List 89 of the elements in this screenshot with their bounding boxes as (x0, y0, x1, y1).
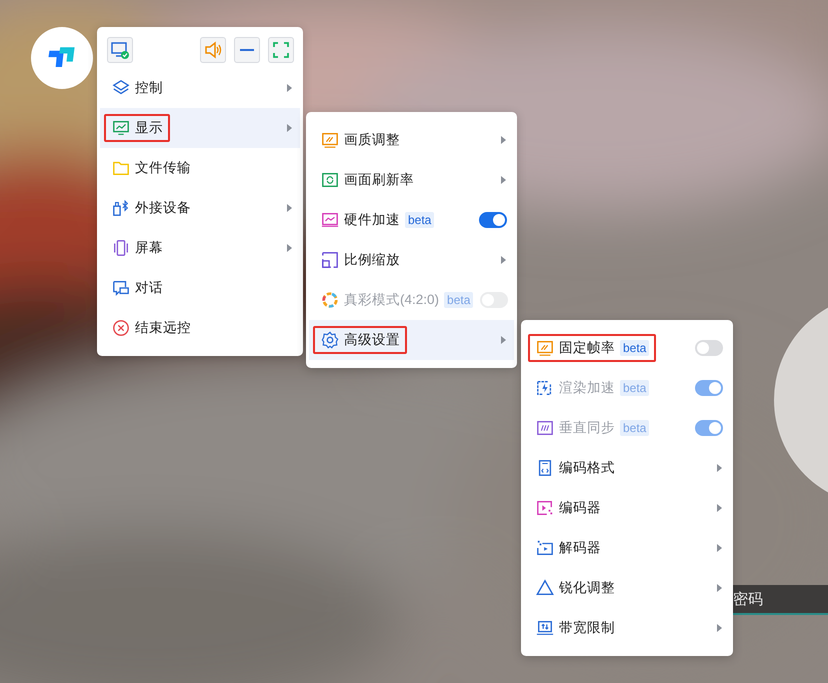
lines-icon (536, 419, 554, 437)
layers-icon (112, 79, 130, 97)
code-file-icon (536, 459, 554, 477)
minimize-icon (240, 49, 254, 51)
menu-item[interactable]: 控制 (100, 68, 300, 108)
menu-label: 外接设备 (135, 199, 191, 217)
menu-item[interactable]: 画质调整 (309, 120, 514, 160)
menu-item[interactable]: 解码器 (524, 528, 730, 568)
monitor-check-button[interactable] (107, 37, 133, 63)
caret-icon (717, 623, 723, 633)
menu-label: 垂直同步 (559, 419, 615, 437)
menu-label: 画面刷新率 (344, 171, 414, 189)
caret-icon (287, 83, 293, 93)
menu-label: 控制 (135, 79, 163, 97)
menu-label: 编码格式 (559, 459, 615, 477)
caret-icon (287, 203, 293, 213)
caret-icon (501, 255, 507, 265)
menu-label: 高级设置 (344, 331, 400, 349)
menu-item[interactable]: 比例缩放 (309, 240, 514, 280)
monitor-check-icon (110, 40, 130, 60)
beta-tag: beta (405, 212, 434, 228)
monitor-icon (112, 119, 130, 137)
menu-label: 固定帧率 (559, 339, 615, 357)
chart-frame-icon (536, 339, 554, 357)
menu-item[interactable]: 屏幕 (100, 228, 300, 268)
menu-label: 真彩模式(4:2:0) (344, 291, 440, 309)
menu-item[interactable]: 高级设置 (309, 320, 514, 360)
caret-icon (717, 543, 723, 553)
menu-label: 画质调整 (344, 131, 400, 149)
chat-icon (112, 279, 130, 297)
menu-label: 结束远控 (135, 319, 191, 337)
screen-icon (112, 239, 130, 257)
encoder-icon (536, 499, 554, 517)
scale-icon (321, 251, 339, 269)
caret-icon (287, 243, 293, 253)
beta-tag: beta (620, 380, 650, 396)
password-label: 密码 (733, 590, 763, 608)
menu-label: 硬件加速 (344, 211, 400, 229)
menu-item[interactable]: 文件传输 (100, 148, 300, 188)
caret-icon (501, 335, 507, 345)
menu-label: 对话 (135, 279, 163, 297)
beta-tag: beta (620, 340, 650, 356)
speaker-button[interactable] (200, 37, 226, 63)
menu-item[interactable]: 结束远控 (100, 308, 300, 348)
menu-item[interactable]: 编码格式 (524, 448, 730, 488)
menu-label: 屏幕 (135, 239, 163, 257)
fullscreen-button[interactable] (268, 37, 294, 63)
chart-icon (321, 211, 339, 229)
menu-item[interactable]: 固定帧率 beta (524, 328, 730, 368)
menu-label: 显示 (135, 119, 163, 137)
caret-icon (717, 503, 723, 513)
lightning-icon (536, 379, 554, 397)
folder-icon (112, 159, 130, 177)
caret-icon (501, 135, 507, 145)
menu-label: 带宽限制 (559, 619, 615, 637)
toggle-switch[interactable] (479, 212, 507, 228)
speaker-icon (203, 40, 223, 60)
minimize-button[interactable] (234, 37, 260, 63)
caret-icon (287, 123, 293, 133)
bandwidth-icon (536, 619, 554, 637)
menu-item[interactable]: 锐化调整 (524, 568, 730, 608)
fullscreen-icon (271, 40, 291, 60)
menu-item[interactable]: 对话 (100, 268, 300, 308)
caret-icon (501, 175, 507, 185)
caret-icon (717, 583, 723, 593)
refresh-icon (321, 171, 339, 189)
beta-tag: beta (444, 292, 474, 308)
triangle-icon (536, 579, 554, 597)
menu-label: 比例缩放 (344, 251, 400, 269)
decoder-icon (536, 539, 554, 557)
caret-icon (717, 463, 723, 473)
menu-label: 锐化调整 (559, 579, 615, 597)
menu-item[interactable]: 外接设备 (100, 188, 300, 228)
menu-item[interactable]: 硬件加速 beta (309, 200, 514, 240)
color-ring-icon (321, 291, 339, 309)
menu-item[interactable]: 带宽限制 (524, 608, 730, 648)
menu-label: 文件传输 (135, 159, 191, 177)
menu-item[interactable]: 显示 (100, 108, 300, 148)
settings-icon (321, 331, 339, 349)
device-icon (112, 199, 130, 217)
menu-item[interactable]: 画面刷新率 (309, 160, 514, 200)
beta-tag: beta (620, 420, 650, 436)
toggle-switch[interactable] (695, 340, 723, 356)
menu-label: 编码器 (559, 499, 601, 517)
menu-label: 解码器 (559, 539, 601, 557)
menu-item[interactable]: 编码器 (524, 488, 730, 528)
close-icon (112, 319, 130, 337)
menu-label: 渲染加速 (559, 379, 615, 397)
chart-frame-icon (321, 131, 339, 149)
